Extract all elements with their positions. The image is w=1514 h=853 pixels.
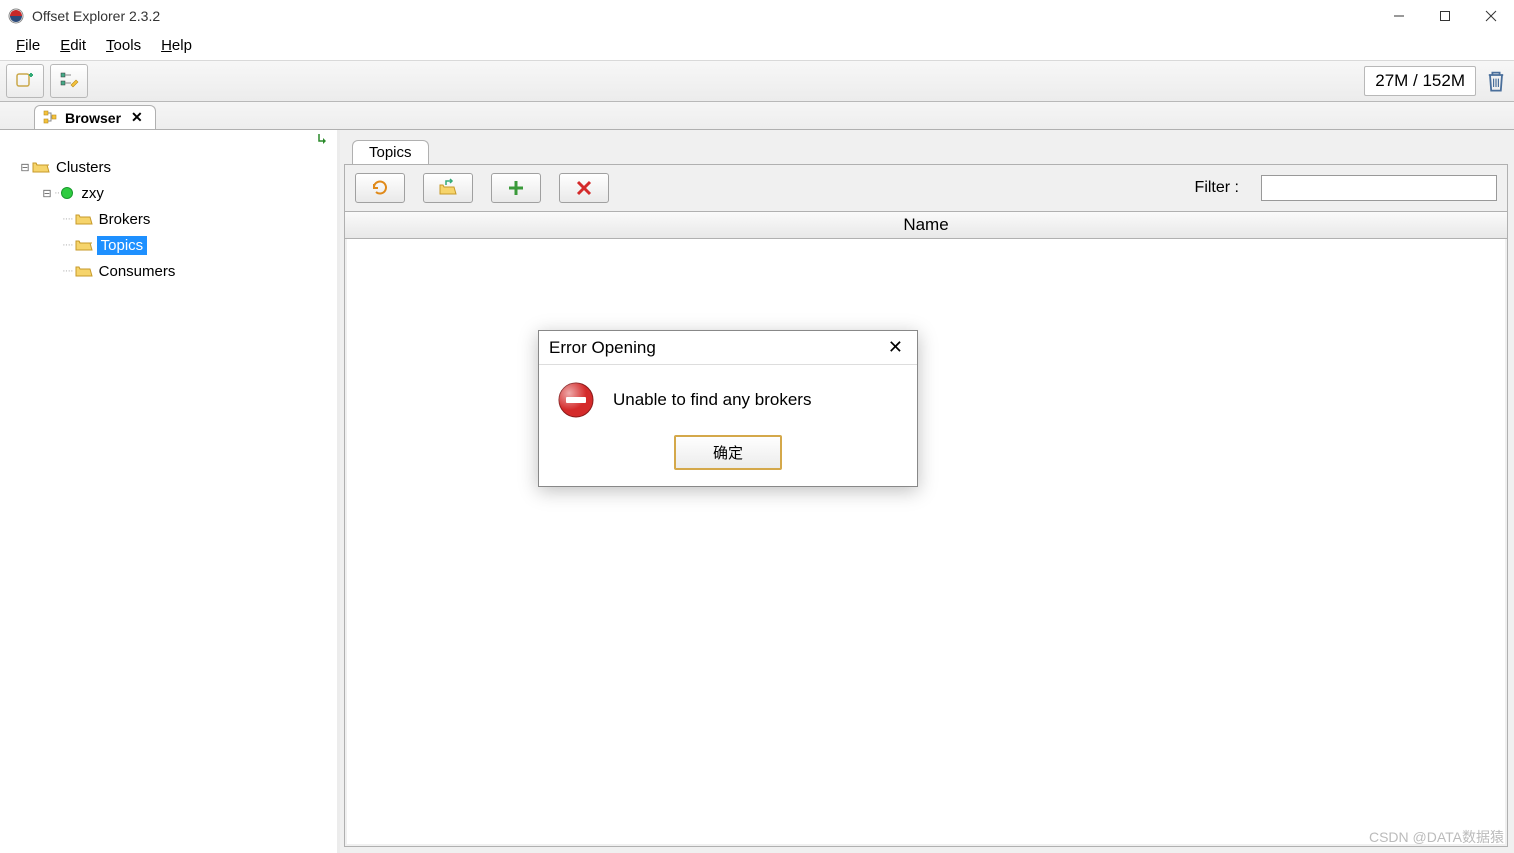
content: Topics Filter : Name xyxy=(340,130,1514,853)
tree-label-clusters: Clusters xyxy=(54,158,113,177)
menu-edit[interactable]: Edit xyxy=(52,35,94,56)
refresh-button[interactable] xyxy=(355,173,405,203)
topics-panel: Filter : Name xyxy=(344,164,1508,847)
panel-toolbar: Filter : xyxy=(345,165,1507,211)
tab-browser-label: Browser xyxy=(65,110,121,126)
delete-button[interactable] xyxy=(559,173,609,203)
folder-open-icon xyxy=(75,238,93,252)
tree-connector: ···· xyxy=(62,239,73,251)
tab-browser-close-icon[interactable]: ✕ xyxy=(131,109,143,126)
tree-node-clusters[interactable]: ⊟ Clusters xyxy=(4,154,333,180)
error-dialog: Error Opening ✕ Unable to find any broke… xyxy=(538,330,918,487)
tree-label-brokers: Brokers xyxy=(97,210,153,229)
tree-node-brokers[interactable]: ···· Brokers xyxy=(4,206,333,232)
content-tab-label: Topics xyxy=(369,144,412,161)
app-icon xyxy=(8,8,24,24)
dialog-titlebar[interactable]: Error Opening ✕ xyxy=(539,331,917,364)
menubar: File Edit Tools Help xyxy=(0,32,1514,60)
add-button[interactable] xyxy=(491,173,541,203)
close-button[interactable] xyxy=(1468,0,1514,32)
table-header-name[interactable]: Name xyxy=(345,211,1507,239)
edit-tree-button[interactable] xyxy=(50,64,88,98)
dialog-title-text: Error Opening xyxy=(549,338,884,358)
collapse-icon[interactable]: ⊟ xyxy=(18,161,32,174)
toolbar: 27M / 152M xyxy=(0,60,1514,102)
dialog-message: Unable to find any brokers xyxy=(613,390,811,410)
open-button[interactable] xyxy=(423,173,473,203)
cluster-tree[interactable]: ⊟ Clusters ⊟ ·· zxy ···· Brokers ···· To… xyxy=(0,150,337,853)
tree-label-cluster: zxy xyxy=(79,184,106,203)
tree-icon xyxy=(43,110,59,126)
sidebar: ⊟ Clusters ⊟ ·· zxy ···· Brokers ···· To… xyxy=(0,130,340,853)
dialog-ok-button[interactable]: 确定 xyxy=(674,435,782,470)
table-body[interactable] xyxy=(347,239,1505,844)
tree-node-cluster-zxy[interactable]: ⊟ ·· zxy xyxy=(4,180,333,206)
tabstrip: Browser ✕ xyxy=(0,102,1514,130)
menu-file[interactable]: File xyxy=(8,35,48,56)
folder-open-icon xyxy=(32,160,50,174)
dialog-close-icon[interactable]: ✕ xyxy=(884,337,907,358)
tree-node-consumers[interactable]: ···· Consumers xyxy=(4,258,333,284)
collapse-icon[interactable]: ⊟ xyxy=(40,187,54,200)
tree-connector: ···· xyxy=(62,265,73,277)
tab-browser[interactable]: Browser ✕ xyxy=(34,105,156,129)
sidebar-toolbar xyxy=(0,130,337,150)
window-title: Offset Explorer 2.3.2 xyxy=(32,8,1376,24)
tree-label-consumers: Consumers xyxy=(97,262,178,281)
titlebar: Offset Explorer 2.3.2 xyxy=(0,0,1514,32)
window-controls xyxy=(1376,0,1514,32)
menu-tools[interactable]: Tools xyxy=(98,35,149,56)
add-cluster-button[interactable] xyxy=(6,64,44,98)
tree-label-topics: Topics xyxy=(97,236,148,255)
memory-indicator: 27M / 152M xyxy=(1364,66,1476,96)
main: ⊟ Clusters ⊟ ·· zxy ···· Brokers ···· To… xyxy=(0,130,1514,853)
error-icon xyxy=(557,381,595,419)
collapse-tree-icon[interactable] xyxy=(315,132,331,148)
maximize-button[interactable] xyxy=(1422,0,1468,32)
watermark: CSDN @DATA数据猿 xyxy=(1369,827,1504,847)
tree-node-topics[interactable]: ···· Topics xyxy=(4,232,333,258)
filter-input[interactable] xyxy=(1261,175,1497,201)
content-tabstrip: Topics xyxy=(344,136,1508,164)
folder-icon xyxy=(75,212,93,226)
tree-connector: ·· xyxy=(54,187,59,199)
tree-connector: ···· xyxy=(62,213,73,225)
status-dot-connected-icon xyxy=(61,187,73,199)
menu-help[interactable]: Help xyxy=(153,35,200,56)
minimize-button[interactable] xyxy=(1376,0,1422,32)
folder-icon xyxy=(75,264,93,278)
filter-label: Filter : xyxy=(1195,179,1239,197)
content-tab-topics[interactable]: Topics xyxy=(352,140,429,164)
gc-button[interactable] xyxy=(1484,69,1508,93)
